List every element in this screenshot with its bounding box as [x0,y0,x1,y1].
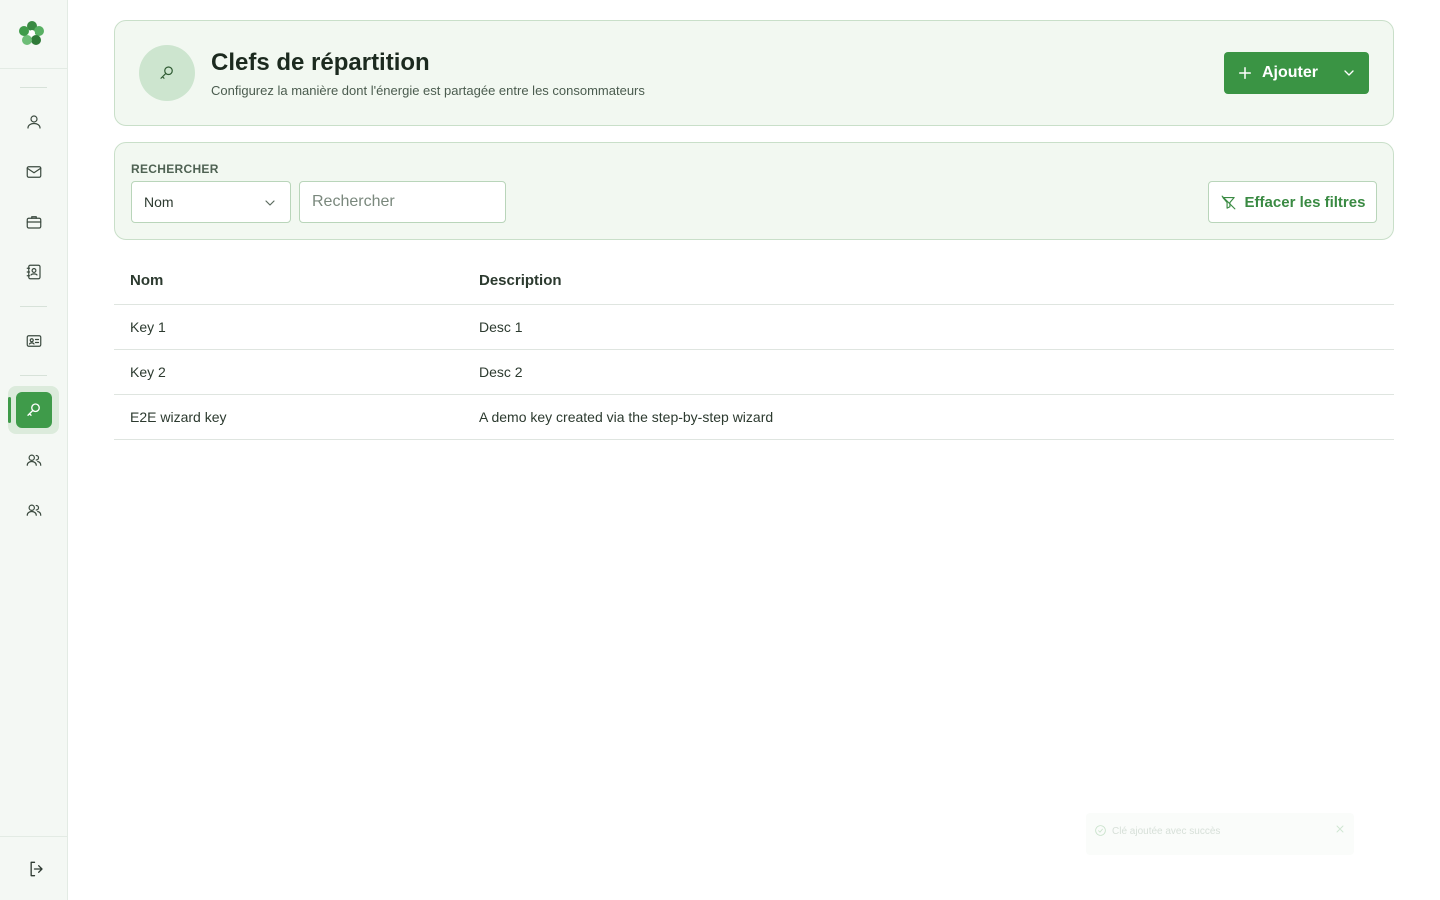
cell-description: Desc 1 [479,319,523,335]
key-icon [27,403,40,416]
table-row[interactable]: Key 1 Desc 1 [114,305,1394,350]
sidebar-item-id-card[interactable] [14,321,54,361]
search-input[interactable] [299,181,506,223]
sidebar-item-briefcase[interactable] [14,202,54,242]
user-icon [27,115,41,129]
plus-icon [1239,67,1251,79]
sidebar-divider [20,375,47,376]
chevron-down-icon [265,200,275,206]
success-toast: Clé ajoutée avec succès [1086,813,1354,855]
sidebar-item-keys[interactable] [16,392,52,428]
cell-name: E2E wizard key [130,409,227,425]
table-header: Nom Description [114,258,1394,305]
column-header-name[interactable]: Nom [130,272,163,289]
page-subtitle: Configurez la manière dont l'énergie est… [211,83,645,98]
cell-name: Key 1 [130,319,166,335]
page-header: Clefs de répartition Configurez la maniè… [114,20,1394,126]
toast-message: Clé ajoutée avec succès [1112,826,1221,837]
contact-book-icon [26,264,41,280]
sidebar-item-users-2[interactable] [14,490,54,530]
app-logo[interactable] [17,18,47,48]
sidebar-divider [0,68,67,69]
logo-icon [19,21,44,45]
sidebar-item-user[interactable] [14,102,54,142]
sidebar-item-contacts[interactable] [14,252,54,292]
clear-filters-button[interactable]: Effacer les filtres [1208,181,1377,223]
sidebar-divider [20,306,47,307]
sidebar [0,0,68,900]
filter-section-label: RECHERCHER [131,162,219,176]
table-row[interactable]: Key 2 Desc 2 [114,350,1394,395]
logout-icon [30,861,43,877]
filter-panel: RECHERCHER Nom Effacer les filtres [114,142,1394,240]
sidebar-item-users[interactable] [14,440,54,480]
clear-filters-label: Effacer les filtres [1244,193,1366,211]
table-row[interactable]: E2E wizard key A demo key created via th… [114,395,1394,440]
briefcase-icon [26,216,42,229]
check-circle-icon [1095,825,1106,836]
search-field-select[interactable]: Nom [131,181,291,223]
filter-clear-icon [1221,195,1235,209]
sidebar-item-mail[interactable] [14,152,54,192]
add-button-main[interactable]: Ajouter [1224,52,1318,94]
cell-name: Key 2 [130,364,166,380]
sidebar-divider [20,87,47,88]
search-field-selected: Nom [144,194,174,210]
page-title: Clefs de répartition [211,49,430,76]
cell-description: Desc 2 [479,364,523,380]
sidebar-divider [0,836,67,837]
add-button[interactable]: Ajouter [1224,52,1369,94]
users-icon [26,504,42,516]
keys-table: Nom Description Key 1 Desc 1 Key 2 Desc … [114,258,1394,440]
active-indicator [8,397,11,423]
close-icon[interactable] [1334,823,1346,835]
column-header-description[interactable]: Description [479,272,562,289]
header-icon-badge [139,45,195,101]
users-icon [26,454,42,466]
key-icon [160,66,173,79]
id-card-icon [26,335,42,347]
add-dropdown-toggle[interactable] [1341,65,1357,81]
mail-icon [26,166,42,178]
chevron-down-icon [1344,70,1354,76]
cell-description: A demo key created via the step-by-step … [479,409,774,425]
add-button-label: Ajouter [1262,64,1318,81]
logout-button[interactable] [24,856,50,882]
